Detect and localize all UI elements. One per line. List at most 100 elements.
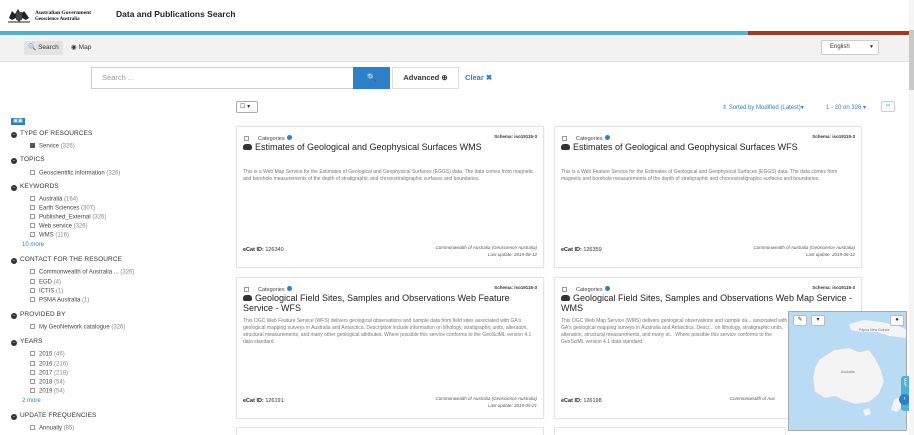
facet-more-link[interactable]: 2 more (22, 398, 41, 404)
card-title[interactable]: Estimates of Geological and Geophysical … (243, 142, 539, 152)
facet-title: KEYWORDS (20, 183, 59, 190)
facet-item[interactable]: Published_External (326) (30, 214, 106, 221)
facet-item[interactable]: 2016 (216) (30, 361, 68, 368)
page-scrollbar[interactable] (909, 0, 914, 435)
checkbox-icon (30, 388, 35, 393)
select-all-dropdown[interactable]: ☐ ▾ (236, 101, 258, 113)
facet-item[interactable]: WMS (116) (30, 232, 69, 239)
checkbox-icon (30, 269, 35, 274)
card-title[interactable]: Geological Field Sites, Samples and Obse… (561, 293, 857, 313)
result-card[interactable]: Categories Schema: iso19115-3 Estimates … (554, 126, 862, 268)
map-tool-dropdown[interactable]: ▾ (811, 315, 825, 326)
draw-tool-button[interactable]: ✎ (793, 315, 807, 326)
scrollbar-thumb[interactable] (909, 30, 914, 90)
card-categories[interactable]: Categories (258, 135, 292, 142)
card-checkbox[interactable] (244, 136, 249, 141)
facet-item[interactable]: Geoscientific information (326) (30, 170, 120, 177)
cloud-icon (561, 144, 570, 150)
card-title-text: Geological Field Sites, Samples and Obse… (243, 293, 510, 313)
result-card-partial[interactable] (236, 427, 544, 435)
facet-item[interactable]: 2019 (54) (30, 388, 65, 395)
checkbox-icon (30, 196, 35, 201)
facet-years[interactable]: − YEARS (11, 338, 43, 346)
chevron-right-icon[interactable]: › (888, 103, 890, 109)
card-categories[interactable]: Categories (576, 286, 610, 293)
search-button[interactable]: 🔍 (353, 67, 390, 89)
card-title-text: Estimates of Geological and Geophysical … (573, 142, 798, 152)
pagination-dropdown[interactable]: 1 - 20 on 326 ▾ (826, 104, 866, 111)
card-org: Commonwealth of Australia (Geoscience Au… (753, 245, 855, 250)
facet-item[interactable]: PSMA Australia (1) (30, 297, 89, 304)
facet-provided-by[interactable]: − PROVIDED BY (11, 311, 66, 319)
facet-item[interactable]: Web service (326) (30, 223, 88, 230)
facet-item[interactable]: ICTIS (1) (30, 288, 63, 295)
facet-item[interactable]: 2015 (46) (30, 351, 65, 358)
card-description: This is a Web Map Service for the Estima… (243, 169, 534, 182)
search-input[interactable]: Search ... (91, 67, 353, 89)
result-card-partial[interactable] (554, 427, 786, 435)
tab-search[interactable]: 🔍 Search (24, 41, 63, 55)
facet-item-count: (326) (120, 269, 135, 276)
facet-item[interactable]: Service (326) (30, 143, 75, 150)
result-card[interactable]: Categories Schema: iso19115-3 Geological… (236, 277, 544, 419)
facet-item[interactable]: Commonwealth of Australia ... (326) (30, 269, 134, 276)
mini-map[interactable]: ✎ ▾ ● Papua New Guinea Australia (788, 311, 907, 431)
card-description: This OGC Web Map Service (WMS) delivers … (561, 318, 788, 345)
facet-item-count: (326) (73, 223, 88, 230)
result-card[interactable]: Categories Schema: iso19115-3 Estimates … (236, 126, 544, 268)
card-categories[interactable]: Categories (576, 135, 610, 142)
facet-item[interactable]: My GeoNetwork catalogue (326) (30, 324, 125, 331)
checkbox-icon (30, 288, 35, 293)
checkbox-icon (30, 425, 35, 430)
facet-item[interactable]: Earth Sciences (307) (30, 205, 95, 212)
facet-update-frequencies[interactable]: − UPDATE FREQUENCIES (11, 412, 96, 420)
language-select[interactable]: English ▼ (821, 40, 879, 55)
checkbox-icon (30, 205, 35, 210)
tab-map[interactable]: ◉ Map (67, 41, 95, 55)
facet-more-link[interactable]: 10 more (22, 242, 44, 248)
pencil-icon: ✎ (797, 317, 803, 323)
facet-item[interactable]: Australia (164) (30, 196, 78, 203)
gov-line-1: Australian Government (35, 10, 92, 16)
card-checkbox[interactable] (562, 287, 567, 292)
advanced-label: Advanced (403, 73, 440, 82)
facet-item-count: (307) (81, 205, 96, 212)
sort-dropdown[interactable]: ⇕ Sorted by Modified (Latest)▾ (722, 104, 804, 111)
facet-item[interactable]: 2018 (54) (30, 379, 65, 386)
facet-item-label: EGD (39, 279, 53, 286)
info-icon (286, 135, 292, 140)
facet-item[interactable]: Annually (85) (30, 425, 74, 432)
ecat-id: 126191 (265, 398, 284, 404)
facet-item-label: Australia (39, 196, 63, 203)
card-checkbox[interactable] (562, 136, 567, 141)
collapse-facets-icon[interactable]: ▣▣ (11, 118, 25, 125)
checkbox-icon (30, 370, 35, 375)
card-title[interactable]: Estimates of Geological and Geophysical … (561, 142, 857, 152)
card-updated: Last update: 2019-05-21 (487, 403, 537, 408)
pagination-buttons[interactable]: ‹› (881, 101, 895, 112)
card-categories[interactable]: Categories (258, 286, 292, 293)
gov-logo[interactable]: Australian Government Geoscience Austral… (6, 6, 96, 26)
map-side-label: MAP (903, 378, 908, 387)
facet-contact[interactable]: − CONTACT FOR THE RESOURCE (11, 256, 122, 264)
checkbox-icon (30, 143, 35, 148)
minus-icon: − (11, 340, 17, 346)
facet-item[interactable]: 2017 (218) (30, 370, 68, 377)
card-checkbox[interactable] (244, 287, 249, 292)
ecat-id: 126359 (583, 247, 602, 253)
facet-item-label: My GeoNetwork catalogue (39, 324, 110, 331)
card-title-text: Geological Field Sites, Samples and Obse… (561, 293, 852, 313)
checkbox-icon (30, 351, 35, 356)
clear-button[interactable]: Clear ✖ (465, 73, 492, 82)
facet-item-label: 2017 (39, 370, 53, 377)
globe-button[interactable]: ● (890, 315, 904, 326)
facet-keywords[interactable]: − KEYWORDS (11, 183, 59, 191)
ecat-id: 126198 (583, 398, 602, 404)
minus-icon: − (11, 313, 17, 319)
facet-type-of-resources[interactable]: − TYPE OF RESOURCES (11, 130, 93, 138)
facet-item[interactable]: EGD (4) (30, 279, 61, 286)
card-title[interactable]: Geological Field Sites, Samples and Obse… (243, 293, 539, 313)
facet-item-label: Web service (39, 223, 72, 230)
advanced-search-button[interactable]: Advanced ⊕ (392, 67, 459, 89)
facet-topics[interactable]: − TOPICS (11, 156, 45, 164)
